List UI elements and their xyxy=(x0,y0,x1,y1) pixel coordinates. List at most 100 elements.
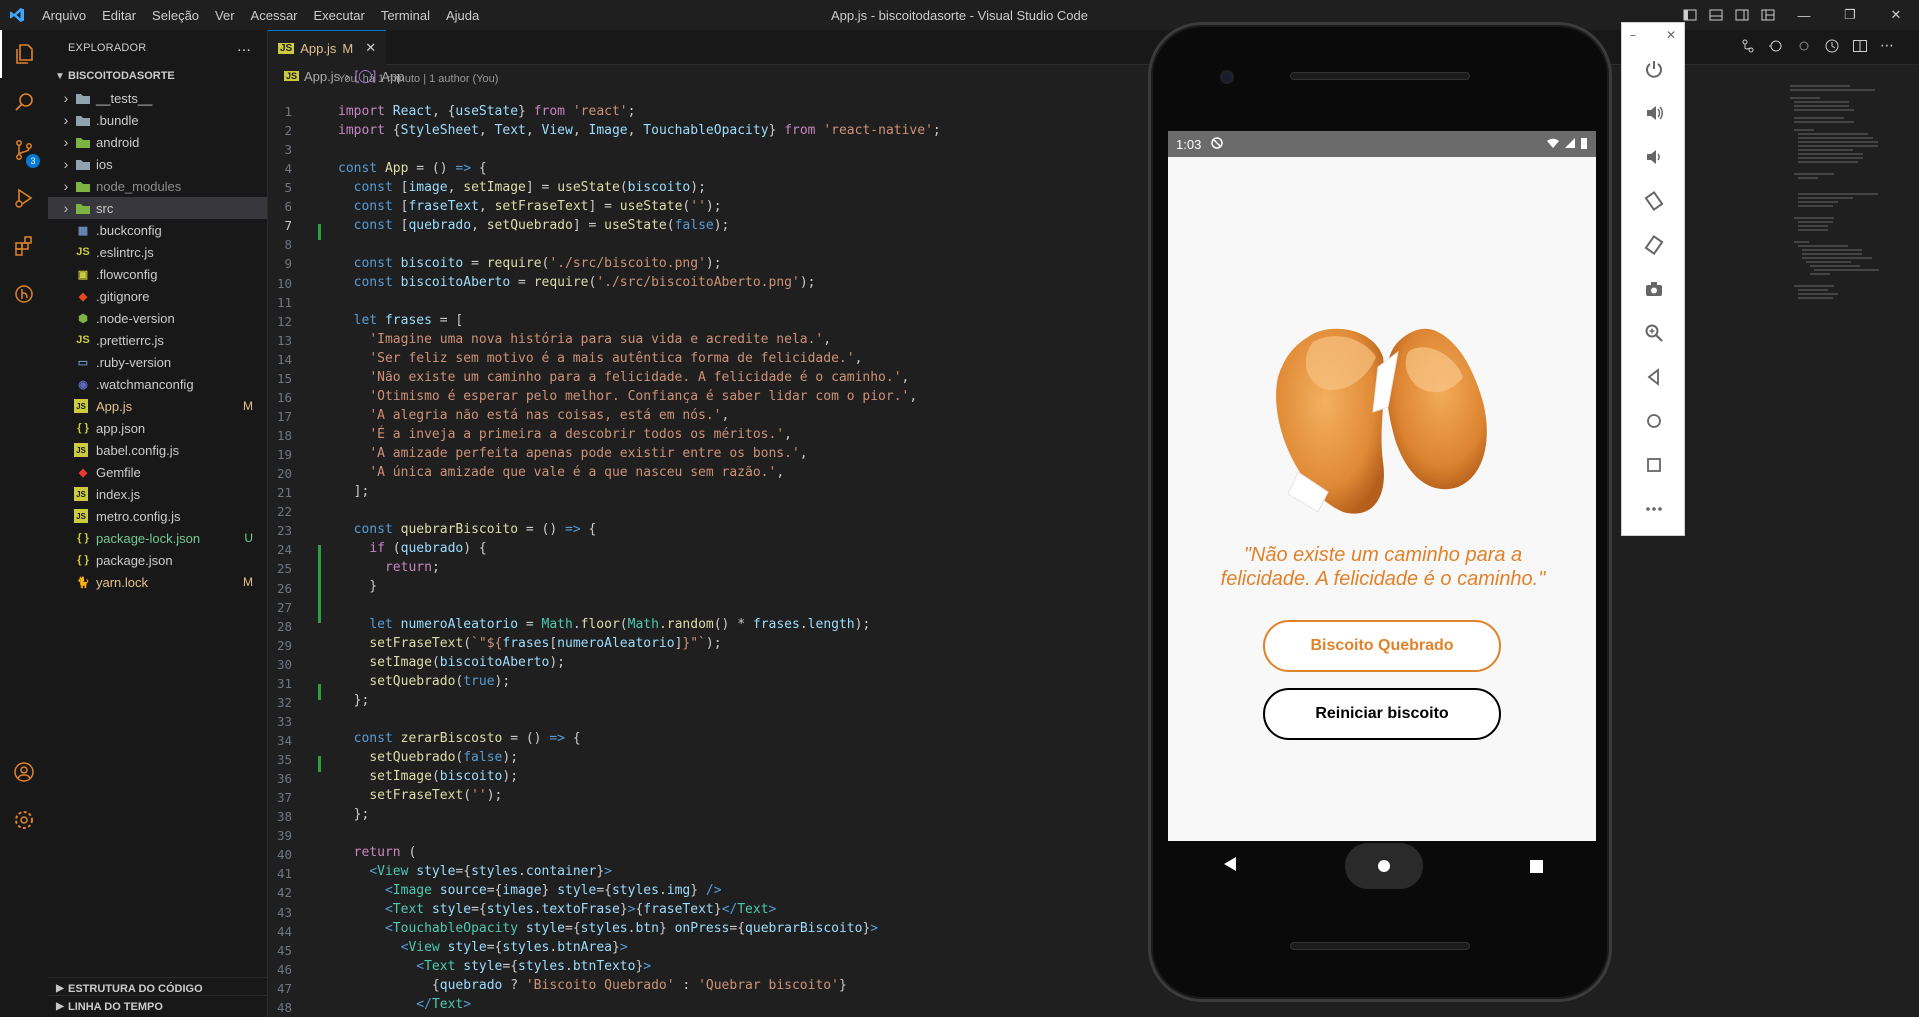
tree-folder[interactable]: › node_modules xyxy=(48,175,267,197)
back-icon[interactable] xyxy=(1622,355,1686,399)
nav-back-icon[interactable] xyxy=(1222,856,1238,876)
tree-file[interactable]: { } package.json xyxy=(48,549,267,571)
extensions-icon[interactable] xyxy=(0,222,48,270)
broken-cookie-button[interactable]: Biscoito Quebrado xyxy=(1263,620,1501,672)
menu-terminal[interactable]: Terminal xyxy=(373,0,438,30)
close-button[interactable]: ✕ xyxy=(1873,0,1919,30)
more-actions-icon[interactable]: ⋯ xyxy=(1880,38,1894,58)
tree-file[interactable]: JS .prettierrc.js xyxy=(48,329,267,351)
code-line: 'Imagine uma nova história para sua vida… xyxy=(369,332,832,347)
tree-file[interactable]: JS babel.config.js xyxy=(48,439,267,461)
tree-file[interactable]: { } app.json xyxy=(48,417,267,439)
menu-executar[interactable]: Executar xyxy=(306,0,373,30)
tree-folder[interactable]: › src xyxy=(48,197,267,219)
code-line: 'Não existe um caminho para a felicidade… xyxy=(369,370,910,385)
tab-app-js[interactable]: JS App.js M ✕ xyxy=(268,30,387,65)
chevron-right-icon: › xyxy=(63,134,69,150)
toggle-panel-icon[interactable] xyxy=(1703,0,1729,30)
tree-file[interactable]: ▭ .ruby-version xyxy=(48,351,267,373)
tree-file[interactable]: JS metro.config.js xyxy=(48,505,267,527)
more-actions-icon[interactable]: ... xyxy=(237,38,251,56)
menu-selecao[interactable]: Seleção xyxy=(144,0,207,30)
workspace-root[interactable]: ▼ BISCOITODASORTE xyxy=(48,65,267,87)
emulator-toolbar-header: – ✕ xyxy=(1622,23,1684,47)
code-line: setQuebrado(true); xyxy=(369,674,511,689)
file-tree: › __tests__ › .bundle › android › ios › node_modu… xyxy=(48,87,267,593)
search-icon[interactable] xyxy=(0,78,48,126)
menu-ver[interactable]: Ver xyxy=(207,0,243,30)
timeline-section[interactable]: ▶ LINHA DO TEMPO xyxy=(48,995,268,1017)
customize-layout-icon[interactable] xyxy=(1755,0,1781,30)
line-number: 38 xyxy=(276,809,292,825)
broken-cookie-image xyxy=(1258,282,1508,522)
code-line: 'Otimismo é esperar pelo melhor. Confian… xyxy=(369,389,918,404)
open-changes-icon[interactable] xyxy=(1740,38,1756,58)
codelens-blame[interactable]: You, há 1 minuto | 1 author (You) xyxy=(338,73,498,85)
tree-file[interactable]: ⬢ .node-version xyxy=(48,307,267,329)
home-icon[interactable] xyxy=(1622,399,1686,443)
nav-overview-icon[interactable] xyxy=(1529,859,1543,873)
power-icon[interactable] xyxy=(1622,47,1686,91)
breadcrumb-file[interactable]: App.js xyxy=(304,69,340,84)
tree-folder[interactable]: › __tests__ xyxy=(48,87,267,109)
more-icon[interactable] xyxy=(1622,487,1686,531)
tree-item-label: babel.config.js xyxy=(96,442,180,458)
maximize-button[interactable]: ❐ xyxy=(1827,0,1873,30)
tree-file[interactable]: JS App.js M xyxy=(48,395,267,417)
run-debug-icon[interactable] xyxy=(0,174,48,222)
git-history-icon[interactable] xyxy=(1824,38,1840,58)
toggle-secondary-sidebar-icon[interactable] xyxy=(1729,0,1755,30)
zoom-icon[interactable] xyxy=(1622,311,1686,355)
tab-modified-badge: M xyxy=(342,40,354,56)
minimap[interactable] xyxy=(1790,85,1900,305)
rotate-right-icon[interactable] xyxy=(1622,223,1686,267)
code-line: const [fraseText, setFraseText] = useSta… xyxy=(353,199,722,214)
tree-file[interactable]: ◆ Gemfile xyxy=(48,461,267,483)
line-number: 36 xyxy=(276,771,292,787)
overview-icon[interactable] xyxy=(1622,443,1686,487)
close-icon[interactable]: ✕ xyxy=(365,40,376,56)
settings-gear-icon[interactable] xyxy=(0,796,48,844)
menu-acessar[interactable]: Acessar xyxy=(243,0,306,30)
tree-file[interactable]: JS .eslintrc.js xyxy=(48,241,267,263)
wifi-icon xyxy=(1547,138,1559,148)
menu-arquivo[interactable]: Arquivo xyxy=(34,0,94,30)
menu-editar[interactable]: Editar xyxy=(94,0,144,30)
git-blame-icon[interactable] xyxy=(1768,38,1784,58)
volume-up-icon[interactable] xyxy=(1622,91,1686,135)
tree-file[interactable]: 🐈 yarn.lock M xyxy=(48,571,267,593)
account-icon[interactable] xyxy=(0,748,48,796)
tree-folder[interactable]: › .bundle xyxy=(48,109,267,131)
close-icon[interactable]: ✕ xyxy=(1666,28,1676,42)
source-control-icon[interactable]: 3 xyxy=(0,126,48,174)
code-line: 'A amizade perfeita apenas pode existir … xyxy=(369,446,808,461)
menu-ajuda[interactable]: Ajuda xyxy=(438,0,487,30)
outline-section-label: ESTRUTURA DO CÓDIGO xyxy=(68,982,203,995)
reset-cookie-button[interactable]: Reiniciar biscoito xyxy=(1263,688,1501,740)
minimize-button[interactable]: — xyxy=(1781,0,1827,30)
explorer-sidebar: EXPLORADOR ... ▼ BISCOITODASORTE › __test… xyxy=(48,30,268,1017)
file-icon: ▦ xyxy=(77,224,89,237)
tree-file[interactable]: ▦ .buckconfig xyxy=(48,219,267,241)
tree-file[interactable]: ▣ .flowconfig xyxy=(48,263,267,285)
phone-screen[interactable]: 1:03 "Não existe um caminho para a felic… xyxy=(1168,131,1596,841)
minimize-icon[interactable]: – xyxy=(1630,28,1636,42)
tree-folder[interactable]: › ios xyxy=(48,153,267,175)
tree-folder[interactable]: › android xyxy=(48,131,267,153)
camera-icon[interactable] xyxy=(1622,267,1686,311)
nav-home-button[interactable] xyxy=(1344,843,1423,889)
line-number: 5 xyxy=(284,180,292,196)
tree-file[interactable]: JS index.js xyxy=(48,483,267,505)
tree-file[interactable]: ◉ .watchmanconfig xyxy=(48,373,267,395)
tree-item-label: .watchmanconfig xyxy=(96,376,194,392)
explorer-icon[interactable] xyxy=(0,30,48,78)
chevron-down-icon: ▼ xyxy=(55,70,65,82)
volume-down-icon[interactable] xyxy=(1622,135,1686,179)
tree-file[interactable]: ◆ .gitignore xyxy=(48,285,267,307)
split-editor-icon[interactable] xyxy=(1852,38,1868,58)
git-graph-icon[interactable] xyxy=(0,270,48,318)
rotate-left-icon[interactable] xyxy=(1622,179,1686,223)
line-number: 16 xyxy=(276,389,292,405)
git-compare-icon[interactable] xyxy=(1796,38,1812,58)
tree-file[interactable]: { } package-lock.json U xyxy=(48,527,267,549)
